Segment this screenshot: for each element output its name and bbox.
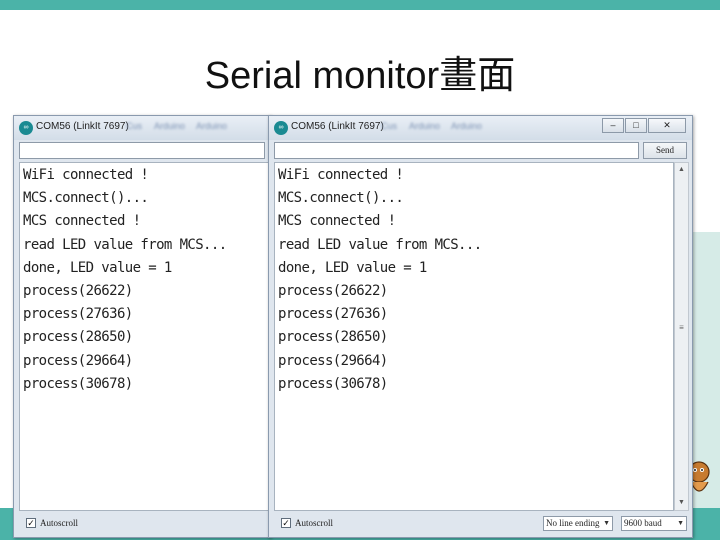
- output-line: process(26622): [23, 283, 133, 300]
- maximize-icon[interactable]: □: [625, 118, 647, 133]
- output-line: MCS.connect()...: [278, 190, 404, 207]
- scroll-grip-icon[interactable]: ≡: [677, 323, 686, 333]
- send-row: [19, 142, 265, 160]
- arduino-app-icon: ∞: [19, 121, 33, 135]
- send-button[interactable]: Send: [643, 142, 687, 159]
- blurred-menu-item: Arduino: [451, 121, 483, 131]
- output-line: process(29664): [23, 352, 133, 369]
- output-line: process(30678): [23, 375, 133, 392]
- window-controls: – □ ✕: [602, 118, 686, 133]
- window-titlebar[interactable]: ∞ COM56 (LinkIt 7697) Cus Arduino Arduin…: [269, 116, 692, 140]
- top-accent-bar: [0, 0, 720, 10]
- window-title: COM56 (LinkIt 7697): [291, 121, 384, 132]
- blurred-menu-item: Arduino: [196, 121, 228, 131]
- baud-rate-value: 9600 baud: [624, 518, 662, 528]
- serial-monitor-window-left: ∞ COM56 (LinkIt 7697) Cus Arduino Arduin…: [13, 115, 271, 538]
- chevron-down-icon: ▼: [603, 519, 610, 527]
- send-input[interactable]: [19, 142, 265, 159]
- checkmark-icon[interactable]: ✓: [281, 518, 291, 528]
- autoscroll-label: Autoscroll: [295, 518, 333, 528]
- output-line: done, LED value = 1: [278, 259, 427, 276]
- window-title: COM56 (LinkIt 7697): [36, 121, 129, 132]
- send-row: Send: [274, 142, 687, 160]
- scroll-down-icon[interactable]: ▼: [675, 496, 688, 510]
- output-line: process(28650): [23, 329, 133, 346]
- output-line: process(30678): [278, 375, 388, 392]
- output-line: read LED value from MCS...: [278, 236, 482, 253]
- scroll-up-icon[interactable]: ▲: [675, 163, 688, 177]
- output-line: MCS connected !: [278, 213, 396, 230]
- slide: Serial monitor畫面 ∞ COM56 (LinkIt 7697) C…: [0, 0, 720, 540]
- output-line: MCS.connect()...: [23, 190, 149, 207]
- serial-monitor-window-right: ∞ COM56 (LinkIt 7697) Cus Arduino Arduin…: [268, 115, 693, 538]
- output-line: read LED value from MCS...: [23, 236, 227, 253]
- status-bar: ✓ Autoscroll: [14, 511, 270, 537]
- output-line: process(28650): [278, 329, 388, 346]
- line-ending-value: No line ending: [546, 518, 600, 528]
- output-line: done, LED value = 1: [23, 259, 172, 276]
- slide-title: Serial monitor畫面: [204, 55, 516, 97]
- arduino-app-icon: ∞: [274, 121, 288, 135]
- window-titlebar[interactable]: ∞ COM56 (LinkIt 7697) Cus Arduino Arduin…: [14, 116, 270, 140]
- blurred-menu-item: Arduino: [154, 121, 186, 131]
- output-line: WiFi connected !: [278, 167, 404, 183]
- output-line: process(27636): [23, 306, 133, 323]
- autoscroll-label: Autoscroll: [40, 518, 78, 528]
- autoscroll-toggle[interactable]: ✓ Autoscroll: [26, 518, 78, 528]
- autoscroll-toggle[interactable]: ✓ Autoscroll: [281, 518, 333, 528]
- output-line: process(27636): [278, 306, 388, 323]
- baud-rate-select[interactable]: 9600 baud ▼: [621, 516, 687, 531]
- output-line: WiFi connected !: [23, 167, 149, 183]
- blurred-menu-item: Arduino: [409, 121, 441, 131]
- blurred-menu-item: Cus: [126, 121, 143, 131]
- output-line: process(29664): [278, 352, 388, 369]
- output-line: MCS connected !: [23, 213, 141, 230]
- status-bar: ✓ Autoscroll No line ending ▼ 9600 baud …: [269, 511, 692, 537]
- vertical-scrollbar[interactable]: ▲ ≡ ▼: [674, 162, 689, 511]
- minimize-icon[interactable]: –: [602, 118, 624, 133]
- send-input[interactable]: [274, 142, 639, 159]
- checkmark-icon[interactable]: ✓: [26, 518, 36, 528]
- serial-output[interactable]: WiFi connected ! MCS.connect()... MCS co…: [19, 162, 270, 511]
- output-line: process(26622): [278, 283, 388, 300]
- blurred-menu-item: Cus: [381, 121, 398, 131]
- serial-output[interactable]: WiFi connected ! MCS.connect()... MCS co…: [274, 162, 674, 511]
- line-ending-select[interactable]: No line ending ▼: [543, 516, 613, 531]
- chevron-down-icon: ▼: [677, 519, 684, 527]
- close-icon[interactable]: ✕: [648, 118, 686, 133]
